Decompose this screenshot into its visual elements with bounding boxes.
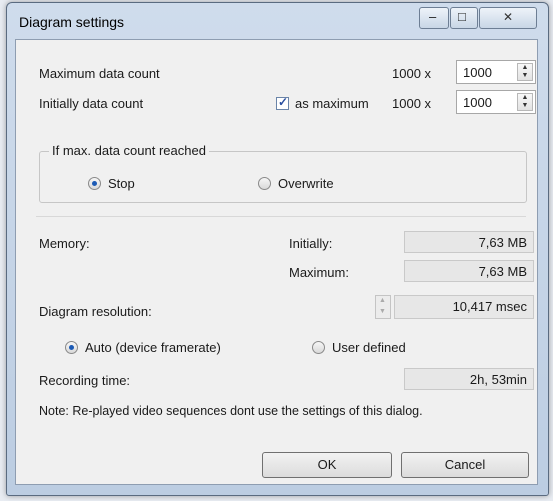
- auto-framerate-radio[interactable]: [65, 341, 78, 354]
- window-title: Diagram settings: [19, 14, 125, 30]
- memory-maximum-field: 7,63 MB: [404, 260, 534, 282]
- cancel-button[interactable]: Cancel: [401, 452, 529, 478]
- overwrite-radio[interactable]: [258, 177, 271, 190]
- diagram-resolution-label: Diagram resolution:: [39, 304, 152, 319]
- maximize-icon: □: [458, 9, 466, 24]
- memory-maximum-value: 7,63 MB: [478, 264, 527, 279]
- maximize-button[interactable]: □: [450, 7, 478, 29]
- close-icon: ✕: [503, 10, 514, 24]
- spin-down-icon[interactable]: ▼: [518, 102, 532, 110]
- resolution-spin-buttons[interactable]: ▲ ▼: [375, 295, 391, 319]
- max-data-count-stepper[interactable]: 1000 ▲ ▼: [456, 60, 536, 84]
- note-text: Note: Re-played video sequences dont use…: [39, 404, 423, 418]
- memory-initially-label: Initially:: [289, 236, 333, 251]
- memory-maximum-label: Maximum:: [289, 265, 349, 280]
- auto-framerate-label[interactable]: Auto (device framerate): [85, 340, 221, 355]
- user-defined-label[interactable]: User defined: [332, 340, 406, 355]
- memory-initially-value: 7,63 MB: [478, 235, 527, 250]
- spin-up-icon[interactable]: ▲: [379, 297, 386, 304]
- user-defined-radio[interactable]: [312, 341, 325, 354]
- initial-data-count-label: Initially data count: [39, 96, 144, 111]
- memory-label: Memory:: [39, 236, 90, 251]
- spin-buttons[interactable]: ▲ ▼: [517, 93, 533, 111]
- minimize-button[interactable]: –: [419, 7, 449, 29]
- spin-down-icon[interactable]: ▼: [379, 308, 386, 315]
- overwrite-radio-label[interactable]: Overwrite: [278, 176, 334, 191]
- divider: [36, 216, 526, 217]
- checkmark-icon: ✓: [278, 95, 289, 109]
- dialog-client-area: Maximum data count 1000 x 1000 ▲ ▼ Initi…: [15, 39, 538, 485]
- recording-time-value: 2h, 53min: [469, 372, 527, 387]
- close-button[interactable]: ✕: [479, 7, 537, 29]
- stop-radio-label[interactable]: Stop: [108, 176, 135, 191]
- diagram-resolution-field: 10,417 msec: [394, 295, 534, 319]
- spin-buttons[interactable]: ▲ ▼: [517, 63, 533, 81]
- minimize-icon: –: [429, 9, 437, 24]
- max-data-count-label: Maximum data count: [39, 66, 160, 81]
- spin-up-icon[interactable]: ▲: [518, 64, 532, 72]
- ok-button[interactable]: OK: [262, 452, 392, 478]
- as-maximum-checkbox[interactable]: ✓: [276, 95, 289, 110]
- initial-data-multiplier: 1000 x: [392, 96, 432, 111]
- dialog-window: Diagram settings – □ ✕ Maximum data coun…: [6, 2, 549, 496]
- diagram-resolution-value: 10,417 msec: [452, 299, 527, 314]
- max-data-count-value: 1000: [463, 65, 492, 80]
- max-data-multiplier: 1000 x: [392, 66, 432, 81]
- initial-data-count-value: 1000: [463, 95, 492, 110]
- initial-data-count-stepper[interactable]: 1000 ▲ ▼: [456, 90, 536, 114]
- radio-selected-dot: [92, 181, 97, 186]
- stop-radio[interactable]: [88, 177, 101, 190]
- memory-initially-field: 7,63 MB: [404, 231, 534, 253]
- title-bar[interactable]: Diagram settings – □ ✕: [7, 3, 548, 39]
- as-maximum-label[interactable]: as maximum: [295, 96, 369, 111]
- recording-time-label: Recording time:: [39, 373, 131, 388]
- max-reached-group-title: If max. data count reached: [49, 143, 209, 158]
- recording-time-field: 2h, 53min: [404, 368, 534, 390]
- radio-selected-dot: [69, 345, 74, 350]
- spin-up-icon[interactable]: ▲: [518, 94, 532, 102]
- spin-down-icon[interactable]: ▼: [518, 72, 532, 80]
